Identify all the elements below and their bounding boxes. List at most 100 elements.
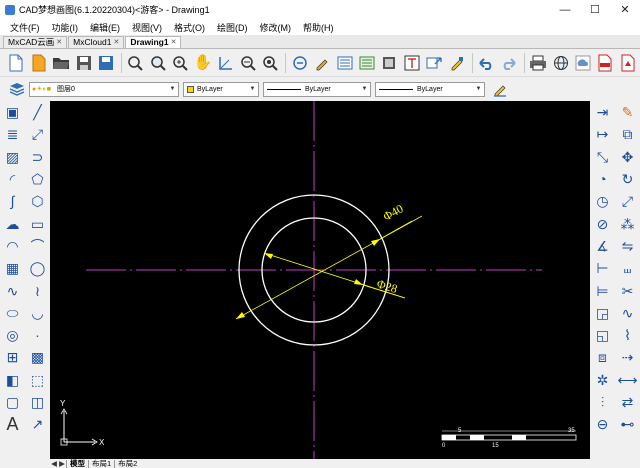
wipeout-icon[interactable]: ▢ — [6, 395, 19, 409]
ucs-icon[interactable] — [215, 52, 235, 73]
mirror-icon[interactable]: ⇋ — [622, 239, 634, 253]
region-icon[interactable]: ⬡ — [31, 194, 43, 208]
undo-icon[interactable] — [476, 52, 496, 73]
zoom-extents-icon[interactable] — [170, 52, 190, 73]
rotate-icon[interactable]: ↻ — [622, 172, 634, 186]
align-icon[interactable]: ⫶ — [601, 395, 605, 409]
close-button[interactable]: ✕ — [610, 0, 640, 19]
block-insert-icon[interactable]: ⊞ — [7, 350, 19, 364]
array-icon[interactable]: ⁂ — [621, 217, 635, 231]
pan-hand-icon[interactable]: ✋ — [193, 52, 213, 73]
revcloud-icon[interactable]: ☁ — [6, 217, 20, 231]
dim-linear-icon[interactable]: ↦ — [597, 127, 609, 141]
print-icon[interactable] — [528, 52, 548, 73]
dim-aligned-icon[interactable]: ⤡ — [597, 150, 608, 164]
pencil-icon[interactable] — [489, 79, 510, 100]
menu-edit[interactable]: 编辑(E) — [84, 21, 126, 34]
menu-draw[interactable]: 绘图(D) — [211, 21, 254, 34]
arc-icon[interactable]: ◠ — [6, 239, 18, 253]
open-folder-icon[interactable] — [51, 52, 71, 73]
open-file-icon[interactable] — [28, 52, 48, 73]
fillet-icon[interactable]: ◲ — [596, 306, 609, 320]
tab-mxcloud1[interactable]: MxCloud1 ✕ — [68, 36, 125, 48]
point-icon[interactable]: · — [35, 328, 40, 342]
zoom-out-icon[interactable] — [289, 52, 309, 73]
close-tab-icon[interactable]: ✕ — [56, 37, 62, 48]
extend-icon[interactable]: ⇢ — [622, 350, 634, 364]
zoom-realtime-icon[interactable] — [148, 52, 168, 73]
rectangle-icon[interactable]: ▭ — [31, 217, 44, 231]
file-transfer-icon[interactable] — [424, 52, 444, 73]
mtext-icon[interactable]: ≣ — [7, 127, 19, 141]
purge-icon[interactable]: ⊖ — [597, 417, 609, 431]
image-icon[interactable]: ▣ — [6, 105, 19, 119]
cloud-icon[interactable] — [573, 52, 593, 73]
tab-mxcad-cloud[interactable]: MxCAD云画 ✕ — [3, 36, 68, 48]
color-dropdown[interactable]: ByLayer ▼ — [183, 81, 259, 97]
layout-prev-icon[interactable]: ◀ — [50, 459, 58, 468]
pdf-icon[interactable] — [595, 52, 615, 73]
offset-icon[interactable]: ⧢ — [624, 261, 631, 275]
block-icon[interactable] — [379, 52, 399, 73]
snake-line-icon[interactable]: ≀ — [35, 284, 40, 298]
save-as-icon[interactable] — [96, 52, 116, 73]
tab-drawing1[interactable]: Drawing1 ✕ — [125, 36, 182, 48]
match-properties-icon[interactable] — [312, 52, 332, 73]
hatch-pattern-icon[interactable]: ▩ — [31, 350, 44, 364]
brush-icon[interactable] — [447, 52, 467, 73]
leader-icon[interactable]: ↗ — [32, 417, 44, 431]
dim-arc-icon[interactable]: ◷ — [596, 194, 608, 208]
scale-icon[interactable]: ⤢ — [622, 194, 633, 208]
menu-function[interactable]: 功能(I) — [46, 21, 85, 34]
tab-layout1[interactable]: 布局1 — [88, 459, 114, 468]
menu-file[interactable]: 文件(F) — [4, 21, 46, 34]
gradient-icon[interactable]: ◧ — [6, 373, 19, 387]
attribute-icon[interactable]: ◫ — [31, 395, 44, 409]
tab-model[interactable]: 模型 — [66, 459, 88, 468]
polygon-icon[interactable]: ⬠ — [31, 172, 43, 186]
layout-next-icon[interactable]: ▶ — [58, 459, 66, 468]
stretch-icon[interactable]: ⇥ — [597, 105, 609, 119]
spline-icon[interactable]: ∫ — [11, 194, 15, 208]
minimize-button[interactable]: — — [550, 0, 580, 19]
properties-icon[interactable] — [334, 52, 354, 73]
dim-continue-icon[interactable]: ⊢ — [596, 261, 608, 275]
table-icon[interactable]: ▦ — [6, 261, 19, 275]
close-tab-icon[interactable]: ✕ — [113, 37, 119, 48]
new-file-icon[interactable] — [6, 52, 26, 73]
dim-baseline-icon[interactable]: ⊨ — [596, 284, 608, 298]
linetype-dropdown[interactable]: ByLayer ▼ — [263, 81, 371, 97]
dim-angular-icon[interactable]: ∡ — [596, 239, 609, 253]
polyline-icon[interactable]: ⊃ — [32, 150, 44, 164]
save-icon[interactable] — [73, 52, 93, 73]
trim-icon[interactable]: ✂ — [622, 284, 634, 298]
arc-3point-icon[interactable]: ◜ — [10, 172, 15, 186]
explode-icon[interactable]: ✲ — [597, 373, 609, 387]
join-icon[interactable]: ⧈ — [598, 350, 607, 364]
chamfer-icon[interactable]: ◱ — [596, 328, 609, 342]
eraser-icon[interactable]: ✎ — [622, 105, 634, 119]
lineweight-dropdown[interactable]: ByLayer ▼ — [375, 81, 485, 97]
break-icon[interactable]: ⌇ — [624, 328, 631, 342]
pdf-export-icon[interactable] — [618, 52, 638, 73]
copy-icon[interactable]: ⧉ — [623, 127, 633, 141]
maximize-button[interactable]: ☐ — [580, 0, 610, 19]
hatch-icon[interactable]: ▨ — [6, 150, 19, 164]
draworder-icon[interactable]: ⇄ — [622, 395, 634, 409]
measure-icon[interactable]: ⊷ — [621, 417, 635, 431]
layer-manager-icon[interactable] — [357, 52, 377, 73]
redo-icon[interactable] — [498, 52, 518, 73]
ellipse-arc-icon[interactable]: ◡ — [31, 306, 43, 320]
menu-view[interactable]: 视图(V) — [126, 21, 168, 34]
menu-help[interactable]: 帮助(H) — [297, 21, 340, 34]
dim-diameter-icon[interactable]: ⊘ — [597, 217, 609, 231]
close-tab-icon[interactable]: ✕ — [171, 37, 177, 48]
boundary-icon[interactable]: ⬚ — [31, 373, 44, 387]
zoom-previous-icon[interactable] — [238, 52, 258, 73]
ellipse-icon[interactable]: ⬭ — [7, 306, 19, 320]
text-style-icon[interactable] — [402, 52, 422, 73]
circle-icon[interactable]: ◯ — [30, 261, 46, 275]
menu-format[interactable]: 格式(O) — [168, 21, 211, 34]
wave-icon[interactable]: ∿ — [7, 284, 19, 298]
drawing-canvas[interactable]: Φ40 Φ28 Y X 0 5 15 35 — [50, 101, 590, 459]
